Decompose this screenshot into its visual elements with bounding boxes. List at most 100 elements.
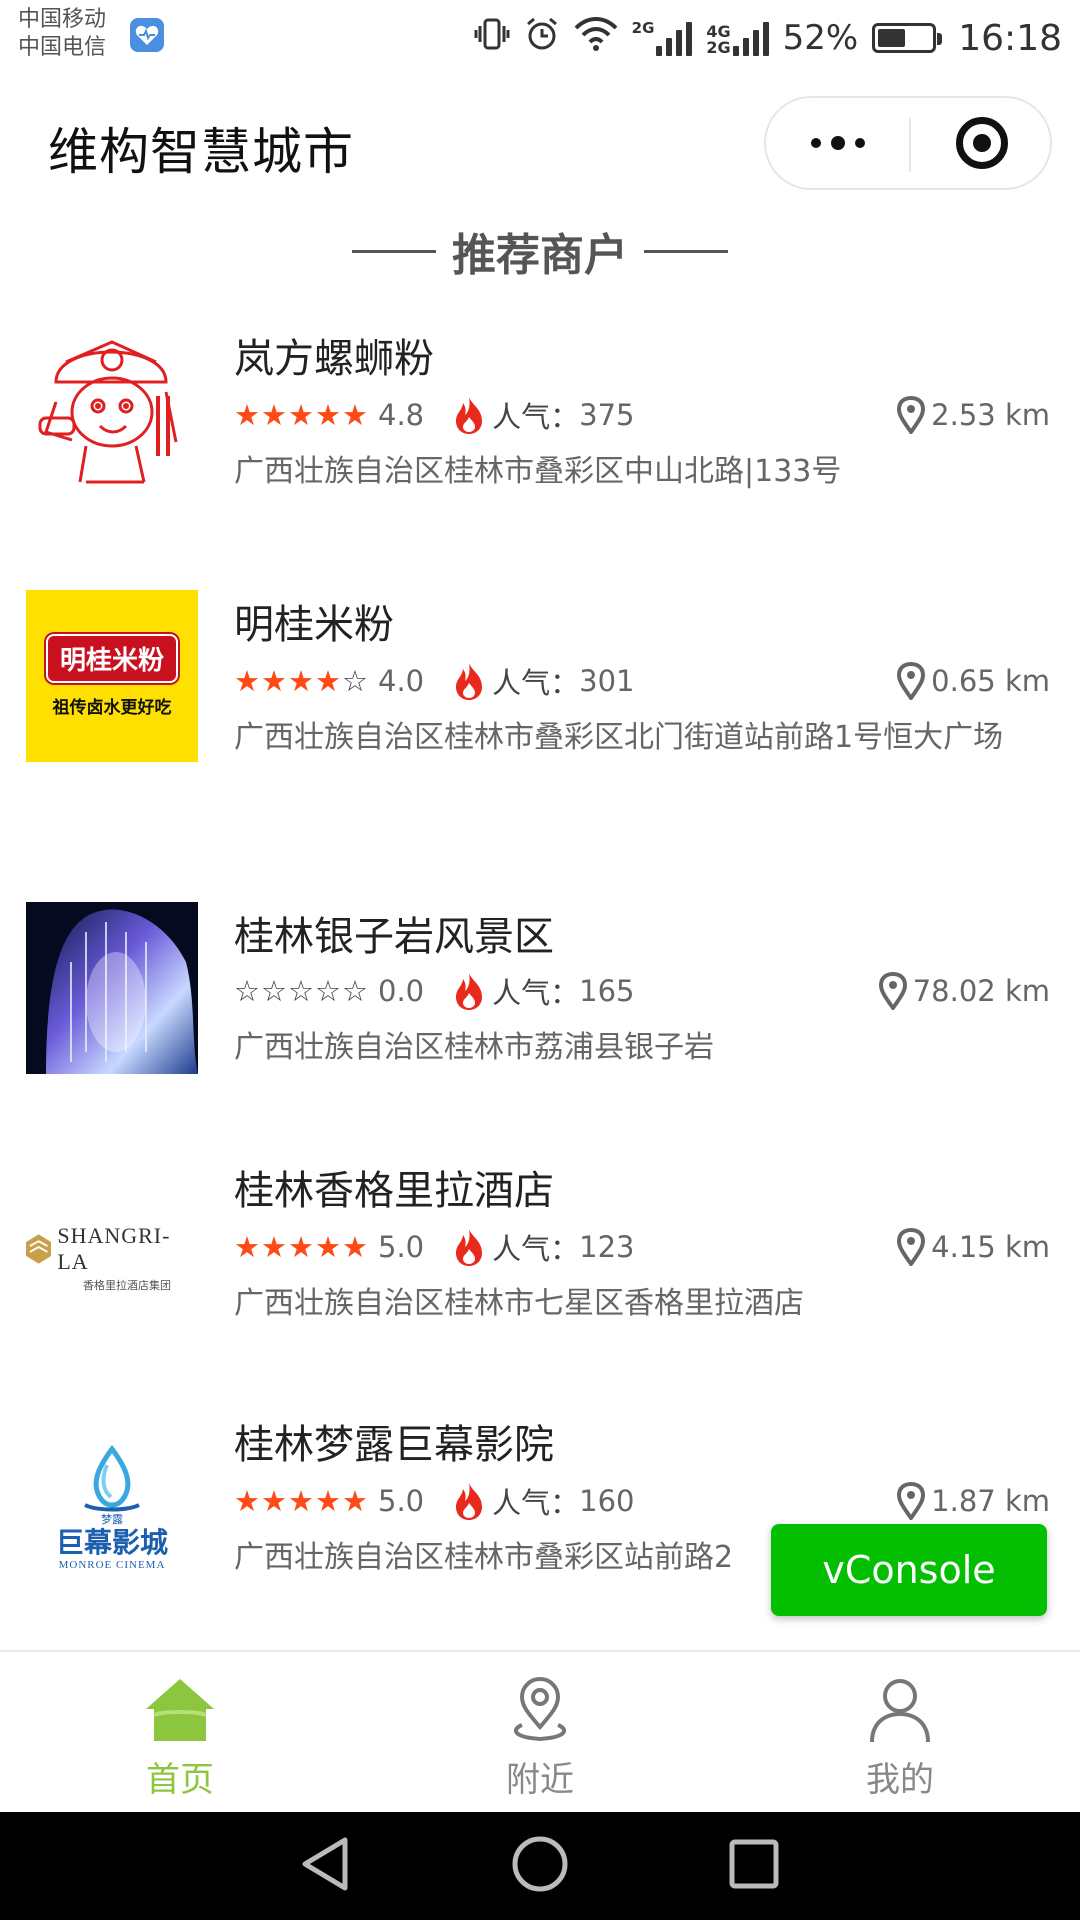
fire-icon (452, 1481, 486, 1521)
merchant-meta: ★ ★ ★ ★ ☆ 4.0 人气： 301 0.65 km (234, 658, 1054, 704)
merchant-meta: ★ ★ ★ ★ ★ 4.8 人气： 375 2.53 km (234, 392, 1054, 438)
popularity-value: 123 (579, 1230, 635, 1264)
star-filled-icon: ★ (342, 1484, 368, 1518)
distance: 78.02 km (878, 972, 1050, 1010)
star-filled-icon: ★ (288, 1230, 314, 1264)
merchant-thumbnail: 明桂米粉 祖传卤水更好吃 (26, 590, 198, 762)
merchant-item[interactable]: 桂林银子岩风景区 ☆ ☆ ☆ ☆ ☆ 0.0 人气： 165 78.02 km 广西壮族… (0, 878, 1080, 1118)
navigation-header: 维构智慧城市 (0, 76, 1080, 216)
star-empty-icon: ☆ (315, 974, 341, 1008)
star-filled-icon: ★ (342, 1230, 368, 1264)
merchant-item[interactable]: 岚方螺蛳粉 ★ ★ ★ ★ ★ 4.8 人气： 375 2.53 km 广西壮族自治区桂… (0, 300, 1080, 550)
distance-value: 1.87 km (931, 1484, 1050, 1518)
signal-2: 4G 2G (706, 20, 769, 57)
battery-icon (872, 23, 943, 53)
net-tag-2g-bottom: 2G (706, 38, 731, 57)
monroe-wordmark: 巨幕影城 (55, 1526, 168, 1559)
app-title: 维构智慧城市 (48, 123, 354, 181)
tab-mine[interactable]: 我的 (720, 1652, 1080, 1812)
merchant-thumbnail: 梦露 巨幕影城 MONROE CINEMA (26, 1422, 198, 1594)
merchant-meta: ☆ ☆ ☆ ☆ ☆ 0.0 人气： 165 78.02 km (234, 968, 1054, 1014)
popularity-value: 301 (579, 664, 635, 698)
carrier-1: 中国移动 (18, 7, 107, 32)
close-button[interactable] (911, 98, 1052, 188)
popularity-label: 人气： (492, 1486, 580, 1520)
net-tag-2g: 2G (631, 19, 655, 37)
location-pin-icon (878, 972, 909, 1010)
star-filled-icon: ★ (342, 398, 368, 432)
rating-value: 0.0 (378, 974, 425, 1008)
recents-icon[interactable] (727, 1837, 781, 1895)
star-rating: ★ ★ ★ ★ ★ (234, 1484, 368, 1518)
carrier-info: 中国移动 中国电信 (18, 6, 106, 62)
star-empty-icon: ☆ (288, 974, 314, 1008)
distance: 1.87 km (897, 1482, 1050, 1520)
star-rating: ★ ★ ★ ★ ★ (234, 398, 368, 432)
tab-nearby[interactable]: 附近 (360, 1652, 720, 1812)
merchant-name: 桂林梦露巨幕影院 (234, 1422, 554, 1468)
status-bar: 中国移动 中国电信 2G 4G 2G 52% 16:18 (0, 0, 1080, 76)
vibrate-icon (474, 16, 510, 61)
fire-icon (452, 1227, 486, 1267)
vconsole-button[interactable]: vConsole (771, 1524, 1047, 1616)
star-empty-icon: ☆ (342, 664, 368, 698)
merchant-name: 明桂米粉 (234, 602, 394, 648)
section-title: 推荐商户 (452, 230, 628, 281)
cave-photo (26, 902, 198, 1074)
merchant-item[interactable]: SHANGRI-LA 香格里拉酒店集团 桂林香格里拉酒店 ★ ★ ★ ★ ★ 5.0 人… (0, 1132, 1080, 1382)
merchant-meta: ★ ★ ★ ★ ★ 5.0 人气： 160 1.87 km (234, 1478, 1054, 1524)
tab-home[interactable]: 首页 (0, 1652, 360, 1812)
star-filled-icon: ★ (315, 664, 341, 698)
location-icon (504, 1674, 576, 1746)
location-pin-icon (897, 396, 927, 434)
star-filled-icon: ★ (288, 1484, 314, 1518)
popularity-label: 人气： (492, 666, 580, 700)
rating-value: 4.0 (378, 664, 425, 698)
divider-right (644, 249, 728, 253)
star-filled-icon: ★ (315, 1230, 341, 1264)
star-rating: ★ ★ ★ ★ ☆ (234, 664, 368, 698)
distance: 2.53 km (897, 396, 1050, 434)
more-button[interactable] (766, 98, 909, 188)
star-filled-icon: ★ (234, 398, 260, 432)
merchant-name: 岚方螺蛳粉 (234, 336, 434, 382)
health-app-icon (130, 18, 164, 52)
popularity-value: 165 (579, 974, 635, 1008)
merchant-name: 桂林银子岩风景区 (234, 914, 554, 960)
shangrila-sub: 香格里拉酒店集团 (83, 1279, 171, 1292)
user-icon (864, 1674, 936, 1746)
battery-percent: 52% (782, 18, 859, 58)
merchant-meta: ★ ★ ★ ★ ★ 5.0 人气： 123 4.15 km (234, 1224, 1054, 1270)
popularity-value: 160 (579, 1484, 635, 1518)
star-filled-icon: ★ (288, 664, 314, 698)
popularity-label: 人气： (492, 1232, 580, 1266)
rating-value: 5.0 (378, 1230, 425, 1264)
merchant-item[interactable]: 明桂米粉 祖传卤水更好吃 明桂米粉 ★ ★ ★ ★ ☆ 4.0 人气： 301 0.65… (0, 566, 1080, 856)
clock: 16:18 (958, 17, 1062, 59)
home-circle-icon[interactable] (510, 1834, 570, 1898)
star-filled-icon: ★ (234, 1230, 260, 1264)
popularity-label: 人气： (492, 976, 580, 1010)
merchant-address: 广西壮族自治区桂林市叠彩区中山北路|133号 (234, 454, 842, 489)
section-header: 推荐商户 (0, 216, 1080, 286)
star-filled-icon: ★ (261, 398, 287, 432)
star-rating: ★ ★ ★ ★ ★ (234, 1230, 368, 1264)
shangrila-emblem-icon (26, 1234, 52, 1264)
rating-value: 5.0 (378, 1484, 425, 1518)
divider-left (352, 249, 436, 253)
back-icon[interactable] (299, 1834, 353, 1898)
mini-program-capsule (764, 96, 1052, 190)
alarm-icon (524, 16, 560, 61)
star-empty-icon: ☆ (342, 974, 368, 1008)
merchant-thumbnail: SHANGRI-LA 香格里拉酒店集团 (26, 1172, 198, 1344)
merchant-address: 广西壮族自治区桂林市荔浦县银子岩 (234, 1030, 714, 1065)
distance: 0.65 km (897, 662, 1050, 700)
star-rating: ☆ ☆ ☆ ☆ ☆ (234, 974, 368, 1008)
distance-value: 4.15 km (931, 1230, 1050, 1264)
fire-icon (452, 971, 486, 1011)
carrier-2: 中国电信 (18, 35, 107, 60)
merchant-name: 桂林香格里拉酒店 (234, 1168, 554, 1214)
monroe-top: 梦露 (101, 1513, 123, 1526)
wifi-icon (574, 16, 618, 61)
merchant-thumbnail (26, 902, 198, 1074)
